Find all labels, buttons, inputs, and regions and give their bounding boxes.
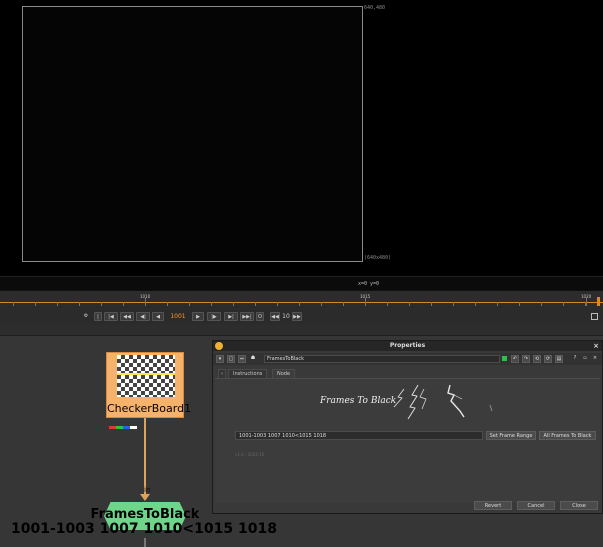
properties-toolbar: ▾ ▢ ⇔ ☗ FramesToBlack ↶ ↷ ⟲ ⟳ ▤ ? ▫ × — [213, 353, 602, 365]
timeline-minor-tick — [541, 302, 542, 306]
timeline-minor-tick — [101, 302, 102, 306]
timeline-minor-tick — [299, 302, 300, 306]
properties-panel: Properties × ▾ ▢ ⇔ ☗ FramesToBlack ↶ ↷ ⟲… — [212, 340, 603, 514]
cancel-button[interactable]: Cancel — [517, 501, 555, 510]
panel-close-icon[interactable]: × — [591, 355, 599, 363]
link-icon[interactable]: ⟳ — [544, 355, 552, 363]
loop-toggle[interactable]: O — [256, 312, 264, 321]
app-logo-icon — [215, 342, 223, 350]
format-bottom-label: (640x480) — [364, 255, 392, 261]
timeline-minor-tick — [321, 302, 322, 306]
prev-frame-button[interactable]: ◀| — [136, 312, 150, 321]
timeline-minor-tick — [167, 302, 168, 306]
input-label: in — [144, 486, 151, 494]
node-name-field[interactable]: FramesToBlack — [264, 355, 500, 363]
undo-icon[interactable]: ↶ — [511, 355, 519, 363]
channel-swatches — [109, 414, 139, 429]
checkerboard-thumbnail — [117, 355, 175, 397]
redo-icon[interactable]: ↷ — [522, 355, 530, 363]
set-frame-range-button[interactable]: Set Frame Range — [486, 431, 536, 440]
format-top-label: 640,480 — [364, 5, 386, 11]
prev-keyframe-button[interactable]: |◀ — [104, 312, 118, 321]
timeline-minor-tick — [497, 302, 498, 306]
timeline-minor-tick — [563, 302, 564, 306]
version-text: v1.0 - 2024-10 — [235, 452, 265, 457]
all-frames-to-black-button[interactable]: All Frames To Black — [539, 431, 596, 440]
timeline-minor-tick — [35, 302, 36, 306]
properties-title-bar[interactable]: Properties × — [213, 341, 602, 351]
next-frame-button[interactable]: |▶ — [207, 312, 221, 321]
timeline-minor-tick — [79, 302, 80, 306]
timeline[interactable]: 1010 1015 1020 — [0, 290, 603, 310]
help-icon[interactable]: ? — [571, 355, 579, 363]
gizmo-icon[interactable]: ☗ — [249, 355, 257, 363]
timeline-minor-tick — [431, 302, 432, 306]
timeline-minor-tick — [475, 302, 476, 306]
float-panel-icon[interactable]: ▫ — [581, 355, 589, 363]
checkerboard-node[interactable]: CheckerBoard1 — [106, 352, 191, 429]
frames-to-black-node-frames: 1001-1003 1007 1010<1015 1018 — [11, 521, 277, 537]
timeline-minor-tick — [585, 302, 586, 306]
timeline-minor-tick — [409, 302, 410, 306]
tab-node[interactable]: Node — [272, 369, 296, 378]
frames-input[interactable]: 1001-1003 1007 1010<1015 1018 — [235, 431, 483, 440]
timeline-minor-tick — [145, 302, 146, 306]
node-output-pipe — [144, 538, 146, 547]
first-frame-button[interactable]: | — [94, 312, 102, 321]
last-frame-button[interactable]: ▶▶| — [240, 312, 254, 321]
timeline-minor-tick — [57, 302, 58, 306]
center-node-icon[interactable]: ⇔ — [238, 355, 246, 363]
increment-field[interactable]: 10 — [281, 312, 291, 321]
decrement-button[interactable]: ◀◀ — [270, 312, 280, 321]
coordinate-readout: x=0 y=0 — [358, 281, 380, 287]
timeline-major-tick — [586, 298, 587, 306]
timeline-minor-tick — [387, 302, 388, 306]
properties-tabs: ‹ Instructions Node — [213, 368, 602, 378]
timeline-minor-tick — [519, 302, 520, 306]
frames-to-black-logo: Frames To Black — [320, 383, 500, 423]
timeline-minor-tick — [211, 302, 212, 306]
timeline-minor-tick — [453, 302, 454, 306]
viewer-frame — [22, 6, 363, 262]
next-keyframe-button[interactable]: ▶| — [224, 312, 238, 321]
play-forward-button[interactable]: ▶ — [192, 312, 204, 321]
properties-footer: Revert Cancel Close — [213, 499, 602, 513]
prev-increment-button[interactable]: ◀◀ — [120, 312, 134, 321]
viewer-settings-icon[interactable]: ⚙ — [80, 312, 92, 321]
preset-icon[interactable]: ▤ — [555, 355, 563, 363]
float-icon[interactable]: ▢ — [227, 355, 235, 363]
node-color-swatch[interactable] — [502, 356, 507, 361]
play-backward-button[interactable]: ◀ — [152, 312, 164, 321]
timeline-minor-tick — [123, 302, 124, 306]
properties-body: Frames To Black 1001-1003 1007 1010<1015… — [215, 378, 600, 503]
tab-instructions[interactable]: Instructions — [228, 369, 268, 378]
lightning-icon — [393, 384, 493, 420]
tab-scroll-icon[interactable]: ‹ — [218, 369, 226, 378]
timeline-current-marker[interactable] — [597, 297, 600, 306]
increment-button[interactable]: ▶▶ — [292, 312, 302, 321]
revert-button[interactable]: Revert — [474, 501, 512, 510]
timeline-minor-tick — [255, 302, 256, 306]
revert-icon[interactable]: ⟲ — [533, 355, 541, 363]
properties-title: Properties — [389, 342, 426, 349]
node-graph-header — [0, 324, 603, 336]
close-button[interactable]: Close — [560, 501, 598, 510]
timeline-minor-tick — [233, 302, 234, 306]
timeline-minor-tick — [365, 302, 366, 306]
viewer-info-bar — [0, 276, 603, 290]
timeline-range-line — [0, 302, 603, 303]
viewer[interactable]: 640,480 (640x480) — [0, 0, 603, 290]
timeline-minor-tick — [13, 302, 14, 306]
pipe-arrow-icon — [140, 494, 150, 501]
timeline-minor-tick — [189, 302, 190, 306]
frames-to-black-node-label: FramesToBlack — [90, 507, 200, 522]
close-icon[interactable]: × — [593, 341, 599, 351]
timeline-minor-tick — [343, 302, 344, 306]
current-frame-field[interactable]: 1001 — [166, 312, 190, 321]
panel-resize-icon[interactable] — [591, 313, 598, 320]
timeline-minor-tick — [277, 302, 278, 306]
collapse-icon[interactable]: ▾ — [216, 355, 224, 363]
transport-controls: ⚙ | |◀ ◀◀ ◀| ◀ 1001 ▶ |▶ ▶| ▶▶| O ◀◀ 10 … — [0, 310, 603, 324]
checkerboard-thumbnail-line — [117, 373, 175, 375]
